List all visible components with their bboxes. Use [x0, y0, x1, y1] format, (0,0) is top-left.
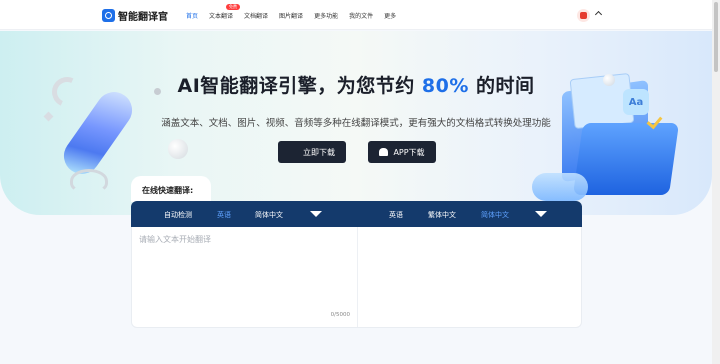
app-download-button[interactable]: APP下载: [368, 141, 436, 163]
lang-source-chinese[interactable]: 简体中文: [255, 210, 283, 220]
folder-front-illustration: [572, 123, 680, 195]
main-nav: 首页 文本翻译 免费 文档翻译 图片翻译 更多功能 我的文件 更多: [186, 4, 407, 20]
hero-title-suffix: 的时间: [468, 75, 535, 97]
nav-home[interactable]: 首页: [186, 11, 198, 20]
language-bar: 自动检测 英语 简体中文 英语 繁体中文 简体中文: [131, 201, 582, 227]
logo-icon: [102, 9, 115, 22]
windows-icon: [289, 148, 298, 157]
hero-title-prefix: AI智能翻译引擎，为您节约: [177, 75, 422, 97]
hero-subtitle: 涵盖文本、文档、图片、视频、音频等多种在线翻译模式，更有强大的文档格式转换处理功…: [161, 118, 551, 129]
scrollbar-thumb[interactable]: [714, 2, 718, 72]
top-header: 智能翻译官 首页 文本翻译 免费 文档翻译 图片翻译 更多功能 我的文件 更多: [0, 0, 712, 30]
nav-text-translate-label: 文本翻译: [209, 13, 234, 20]
android-icon: [379, 148, 389, 156]
avatar[interactable]: [577, 9, 590, 22]
download-button[interactable]: 立即下载: [278, 141, 346, 163]
quick-translate-tab[interactable]: 在线快速翻译:: [131, 176, 211, 202]
spring-decoration: [70, 169, 108, 193]
lang-target-english[interactable]: 英语: [389, 210, 403, 220]
logo[interactable]: 智能翻译官: [102, 8, 168, 23]
cloud-illustration: [532, 173, 588, 201]
target-text-area: [359, 227, 583, 327]
lang-source-english[interactable]: 英语: [217, 210, 231, 220]
target-lang-dropdown-icon[interactable]: [535, 211, 547, 217]
lang-target-traditional[interactable]: 繁体中文: [428, 210, 456, 220]
nav-my-files[interactable]: 我的文件: [349, 11, 373, 20]
logo-text: 智能翻译官: [118, 12, 168, 23]
source-lang-dropdown-icon[interactable]: [310, 211, 322, 217]
source-input-placeholder: 请输入文本开始翻译: [139, 235, 211, 244]
nav-doc-translate[interactable]: 文档翻译: [244, 11, 268, 20]
hero-banner: Aa AI智能翻译引擎，为您节约 80% 的时间 涵盖文本、文档、图片、视频、音…: [0, 31, 712, 215]
char-counter: 0/5000: [330, 312, 350, 318]
download-button-label: 立即下载: [303, 147, 335, 157]
nav-more-features[interactable]: 更多功能: [314, 11, 338, 20]
nav-more[interactable]: 更多: [384, 11, 396, 20]
gift-icon: [580, 12, 587, 19]
app-download-button-label: APP下载: [393, 147, 425, 157]
hero-title-accent: 80%: [421, 75, 469, 97]
nav-image-translate[interactable]: 图片翻译: [279, 11, 303, 20]
hero-title: AI智能翻译引擎，为您节约 80% 的时间: [0, 71, 712, 98]
translate-panels: 请输入文本开始翻译 0/5000: [131, 227, 582, 328]
nav-text-translate[interactable]: 文本翻译 免费: [209, 4, 241, 20]
lang-target-simplified[interactable]: 简体中文: [481, 210, 509, 220]
source-text-area[interactable]: 请输入文本开始翻译 0/5000: [132, 227, 358, 327]
lang-auto-detect[interactable]: 自动检测: [164, 210, 192, 220]
free-badge: 免费: [226, 4, 241, 10]
sphere-decoration: [168, 139, 188, 159]
chevron-up-icon[interactable]: [594, 10, 603, 19]
